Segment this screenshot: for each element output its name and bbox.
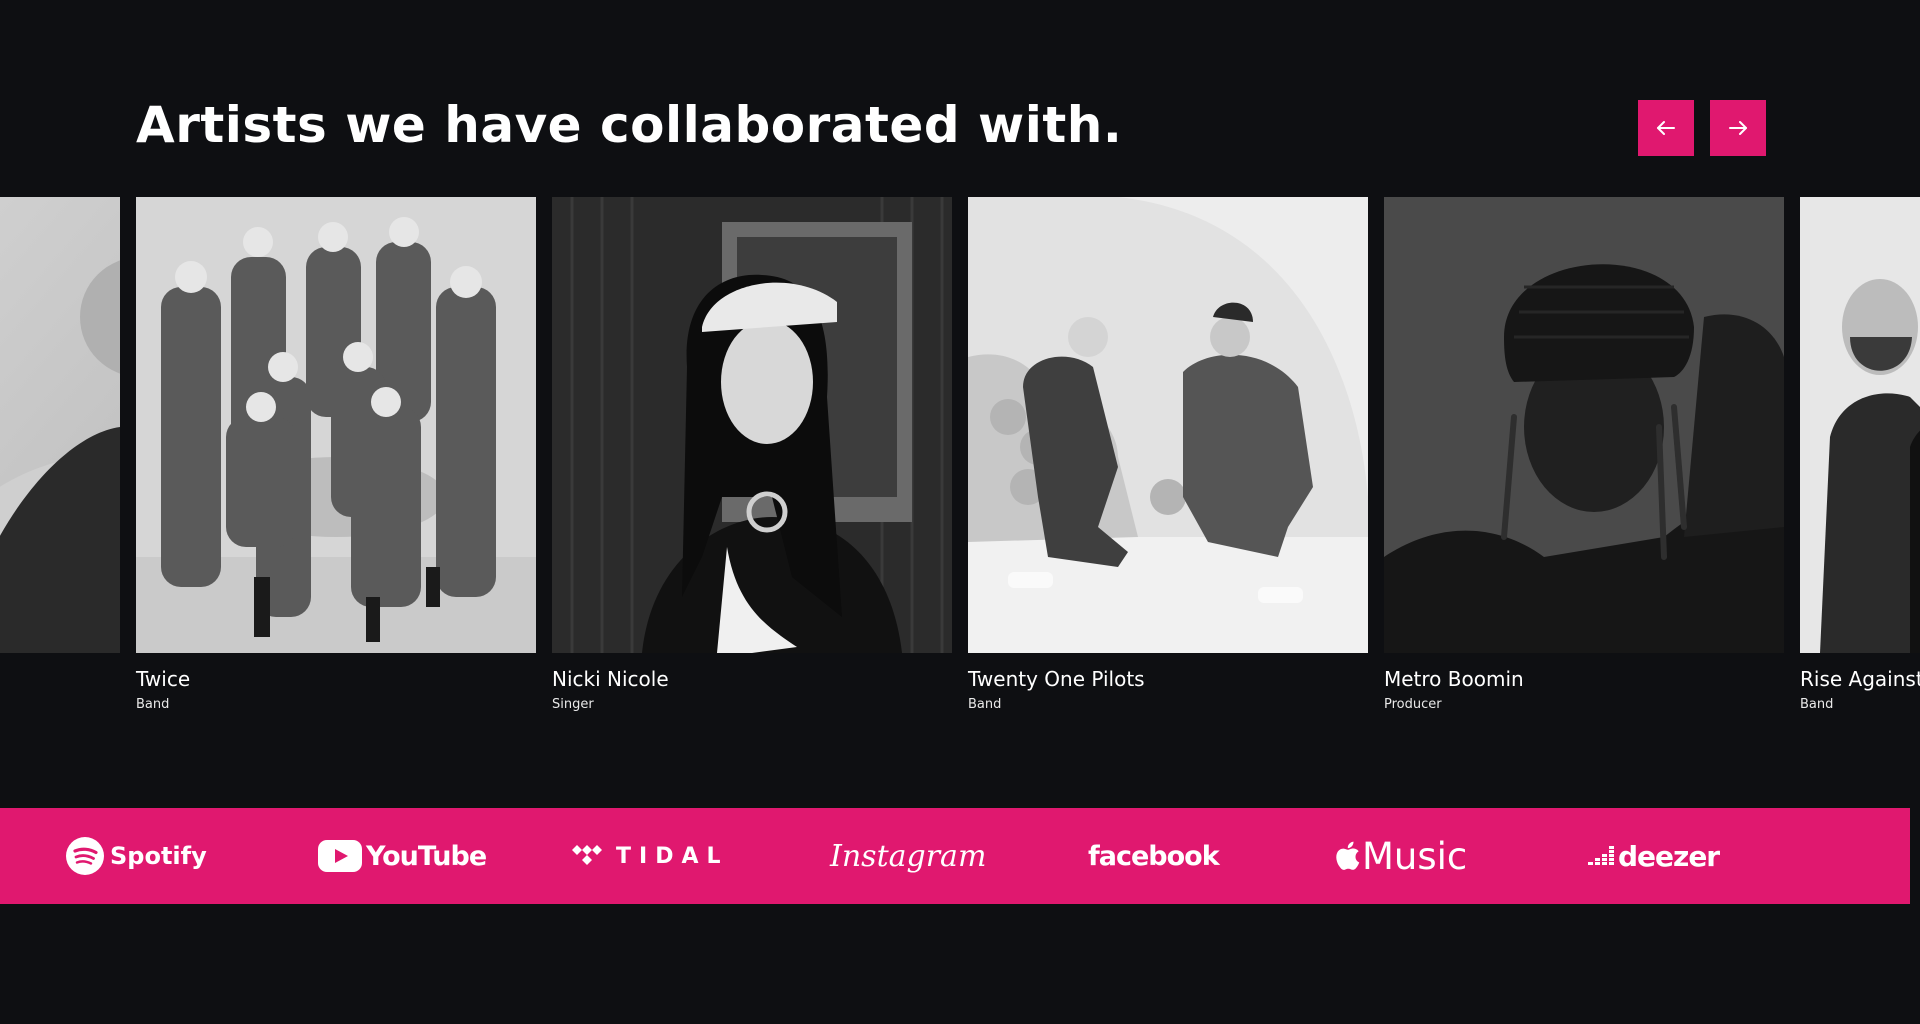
artist-card[interactable]	[0, 197, 120, 666]
artist-photo	[136, 197, 536, 653]
artist-role: Singer	[552, 697, 594, 712]
platform-spotify[interactable]: Spotify	[66, 808, 207, 904]
artist-card-metro-boomin[interactable]: Metro Boomin Producer	[1384, 197, 1784, 714]
platform-name: deezer	[1618, 839, 1720, 873]
platform-strip: Spotify YouTube TIDAL Instagram facebook…	[0, 808, 1910, 904]
artist-name: Twenty One Pilots	[968, 667, 1145, 691]
page: Artists we have collaborated with. Twice…	[0, 0, 1920, 1024]
youtube-icon	[318, 840, 362, 872]
platform-name: TIDAL	[616, 843, 729, 869]
artist-card-rise-against[interactable]: Rise Against Band	[1800, 197, 1920, 714]
spotify-icon	[66, 837, 104, 875]
tidal-icon	[572, 845, 602, 865]
platform-name: Spotify	[110, 842, 207, 870]
artist-photo	[0, 197, 120, 653]
artist-name: Metro Boomin	[1384, 667, 1524, 691]
artist-card-twice[interactable]: Twice Band	[136, 197, 536, 714]
platform-name: Instagram	[830, 838, 987, 874]
artist-role: Producer	[1384, 697, 1442, 712]
platform-youtube[interactable]: YouTube	[318, 808, 487, 904]
apple-icon	[1336, 841, 1360, 870]
artist-carousel[interactable]: Twice Band Nicki Nicole Singer Twenty On…	[0, 197, 1920, 737]
artist-name: Nicki Nicole	[552, 667, 669, 691]
platform-instagram[interactable]: Instagram	[830, 808, 986, 904]
platform-deezer[interactable]: deezer	[1588, 808, 1720, 904]
platform-name: YouTube	[366, 840, 487, 872]
artist-card-twenty-one-pilots[interactable]: Twenty One Pilots Band	[968, 197, 1368, 714]
section-heading: Artists we have collaborated with.	[136, 96, 1123, 154]
artist-photo	[1800, 197, 1920, 653]
artist-role: Band	[136, 697, 170, 712]
artist-photo	[968, 197, 1368, 653]
platform-name: facebook	[1088, 840, 1220, 872]
artist-photo	[552, 197, 952, 653]
artist-card-nicki-nicole[interactable]: Nicki Nicole Singer	[552, 197, 952, 714]
arrow-left-icon	[1657, 121, 1675, 135]
artist-name: Rise Against	[1800, 667, 1920, 691]
artist-role: Band	[1800, 697, 1834, 712]
platform-facebook[interactable]: facebook	[1088, 808, 1220, 904]
artist-role: Band	[968, 697, 1002, 712]
deezer-icon	[1588, 846, 1614, 865]
carousel-prev-button[interactable]	[1638, 100, 1694, 156]
carousel-next-button[interactable]	[1710, 100, 1766, 156]
platform-apple-music[interactable]: Music	[1334, 808, 1467, 904]
platform-tidal[interactable]: TIDAL	[572, 808, 729, 904]
platform-name: Music	[1362, 834, 1468, 878]
artist-photo	[1384, 197, 1784, 653]
artist-name: Twice	[136, 667, 191, 691]
arrow-right-icon	[1729, 121, 1747, 135]
